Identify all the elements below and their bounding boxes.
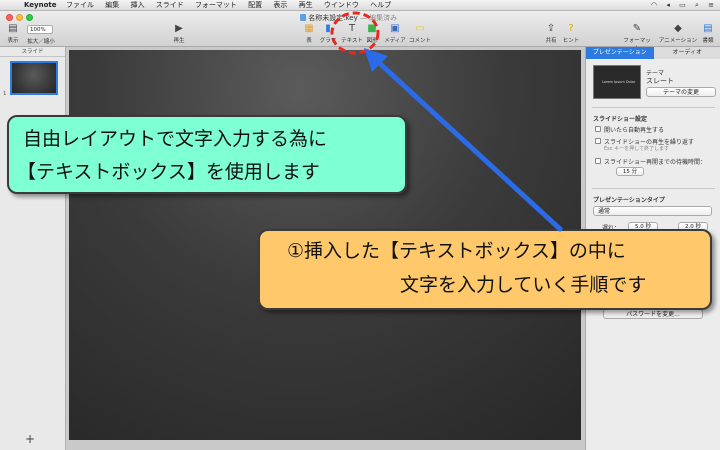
app-menu[interactable]: Keynote [24,0,57,10]
close-button[interactable] [6,14,13,21]
loop-checkbox[interactable] [595,138,601,144]
callout-orange-line2: 文字を入力していく手順です [400,274,647,296]
menu-play[interactable]: 再生 [299,1,313,9]
theme-preview: Lorem Ipsum Dolor [593,65,641,99]
divider [592,188,715,189]
loop-hint: Esc キーを押して終了します [604,146,669,152]
view-icon: ▤ [8,23,18,34]
notification-icon[interactable]: ≡ [708,1,714,9]
view-label: 表示 [7,38,19,44]
slide-thumbnail[interactable] [10,61,58,95]
menu-help[interactable]: ヘルプ [370,1,391,9]
search-icon[interactable]: ⌕ [695,1,699,9]
media-button[interactable]: ▣ メディア [384,23,406,44]
autoplay-label: 開いたら自動再生する [604,127,665,134]
battery-icon[interactable]: ▭ [679,1,686,9]
zoom-button[interactable] [26,14,33,21]
instruction-callout-green: 自由レイアウトで文字入力する為に 【テキストボックス】を使用します [7,115,407,194]
table-icon: ▦ [304,23,314,34]
callout-green-line2: 【テキストボックス】を使用します [17,161,320,183]
inspector-tabs: プレゼンテーション オーディオ [586,47,720,59]
chart-label: グラフ [319,38,337,44]
edited-status: — 編集済み [359,14,398,22]
zoom-select[interactable]: 100% [27,25,53,34]
divider [592,107,715,108]
slide-navigator: スライド 1 + [0,47,66,450]
navigator-header: スライド [0,47,65,57]
menu-window[interactable]: ウインドウ [324,1,359,9]
wifi-icon[interactable]: ◠ [651,1,657,9]
menu-view[interactable]: 表示 [273,1,287,9]
share-label: 共有 [545,38,557,44]
comment-button[interactable]: ▭ コメント [408,23,432,44]
keynote-doc-icon [300,14,306,21]
document-label: 書類 [702,38,714,44]
idle-restart-checkbox[interactable] [595,158,601,164]
document-button[interactable]: ▤ 書類 [700,23,716,44]
document-title: 名称未設定.key — 編集済み [300,13,397,23]
idle-time-stepper[interactable]: 15 分 [616,167,644,176]
shape-button[interactable]: ■ 図形 [364,23,380,44]
view-button[interactable]: ▤ 表示 [3,23,23,44]
status-tray: ◠ ◂ ▭ ⌕ ≡ [644,0,714,10]
chart-icon: ▮ [325,23,331,34]
table-button[interactable]: ▦ 表 [302,23,316,44]
tab-presentation[interactable]: プレゼンテーション [586,47,654,59]
share-icon: ⇪ [546,23,556,34]
minimize-button[interactable] [16,14,23,21]
shape-icon: ■ [367,23,377,34]
volume-icon[interactable]: ◂ [666,1,670,9]
autoplay-checkbox[interactable] [595,126,601,132]
menu-items: ファイル 編集 挿入 スライド フォーマット 配置 表示 再生 ウインドウ ヘル… [66,0,400,10]
shape-label: 図形 [366,38,378,44]
share-button[interactable]: ⇪ 共有 [543,23,559,44]
menu-bar: Keynote ファイル 編集 挿入 スライド フォーマット 配置 表示 再生 … [0,0,720,11]
slideshow-settings-heading: スライドショー設定 [593,116,648,123]
tips-label: ヒント [562,38,580,44]
idle-restart-label: スライドショー再開までの待機時間： [604,159,707,166]
text-box-icon: T [348,23,356,34]
menu-insert[interactable]: 挿入 [130,1,144,9]
table-label: 表 [306,38,312,44]
menu-format[interactable]: フォーマット [195,1,237,9]
tips-button[interactable]: ? ヒント [562,23,580,44]
play-button[interactable]: ▶ 再生 [168,23,190,44]
menu-edit[interactable]: 編集 [105,1,119,9]
menu-file[interactable]: ファイル [66,1,94,9]
toolbar: 名称未設定.key — 編集済み ▤ 表示 拡大／縮小 100% ▶ 再生 ▦ … [0,11,720,52]
animate-icon: ◆ [674,23,682,34]
change-password-button[interactable]: パスワードを変更... [603,309,703,319]
callout-orange-line1: ①挿入した【テキストボックス】の中に [287,240,626,262]
callout-green-line1: 自由レイアウトで文字入力する為に [23,128,328,150]
slide-number: 1 [3,91,7,97]
text-label: テキスト [341,38,363,44]
theme-preview-text: Lorem Ipsum Dolor [602,80,636,84]
play-label: 再生 [173,38,185,44]
tips-icon: ? [568,23,574,34]
add-slide-button[interactable]: + [25,432,35,446]
presentation-type-heading: プレゼンテーションタイプ [593,197,665,204]
media-icon: ▣ [390,23,400,34]
play-icon: ▶ [175,23,183,34]
animate-label: アニメーション [658,38,698,44]
paintbrush-icon: ✎ [632,23,642,34]
document-name: 名称未設定.key [308,14,358,22]
animate-button[interactable]: ◆ アニメーション [658,23,698,44]
instruction-callout-orange: ①挿入した【テキストボックス】の中に 文字を入力していく手順です [258,229,712,310]
media-label: メディア [384,38,406,44]
document-icon: ▤ [703,23,713,34]
menu-arrange[interactable]: 配置 [248,1,262,9]
zoom-label: 拡大／縮小 [27,39,55,45]
comment-icon: ▭ [415,23,425,34]
change-theme-button[interactable]: テーマの変更 [646,87,716,97]
theme-name: スレート [646,77,674,85]
comment-label: コメント [408,38,431,44]
presentation-type-select[interactable]: 通常 [593,206,712,216]
menu-slide[interactable]: スライド [156,1,184,9]
chart-button[interactable]: ▮ グラフ [318,23,338,44]
tab-audio[interactable]: オーディオ [653,47,720,59]
text-button[interactable]: T テキスト [340,23,364,44]
